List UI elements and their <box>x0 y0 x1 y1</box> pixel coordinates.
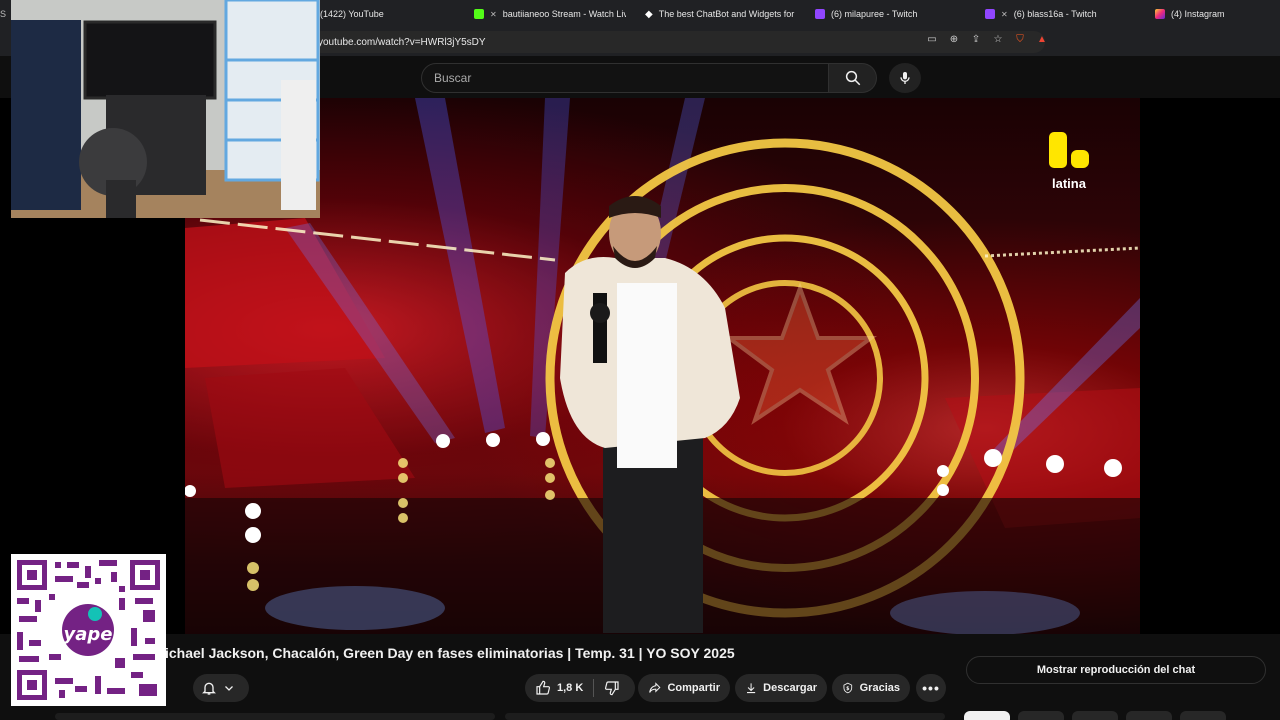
screen: S (1422) YouTube ✕ bautiianeoo Stream - … <box>0 0 1280 720</box>
tab-partial[interactable]: S <box>0 0 10 28</box>
like-dislike-group: 1,8 K <box>525 674 635 702</box>
more-horizontal-icon: ••• <box>922 680 940 696</box>
thumbs-down-icon <box>605 681 619 696</box>
mute-icon: ✕ <box>1001 9 1008 19</box>
bell-icon <box>202 682 216 695</box>
mute-icon: ✕ <box>490 9 497 19</box>
kick-icon <box>474 9 484 19</box>
qr-pattern: yape <box>15 558 162 702</box>
yape-logo-text: yape <box>64 624 113 645</box>
filter-chip[interactable] <box>1072 711 1118 720</box>
latina-logo-text: latina <box>1052 176 1086 191</box>
filter-chip[interactable] <box>1180 711 1226 720</box>
tab-twitch-blass16a[interactable]: ✕ (6) blass16a - Twitch <box>985 0 1145 28</box>
super-thanks-icon: $ <box>843 682 853 694</box>
twitch-icon <box>985 9 995 19</box>
filter-chip[interactable] <box>964 711 1010 720</box>
subscribe-notifications-button[interactable] <box>193 674 249 702</box>
latina-logo-mark <box>1049 132 1089 168</box>
comments-box-edge <box>505 713 945 720</box>
diamond-icon: ◆ <box>645 8 653 20</box>
like-count: 1,8 K <box>557 682 584 694</box>
webcam-overlay <box>11 0 320 218</box>
rewards-icon[interactable]: ▲ <box>1036 33 1048 45</box>
like-button[interactable]: 1,8 K <box>535 680 583 696</box>
filter-chip[interactable] <box>1018 711 1064 720</box>
tab-instagram[interactable]: (4) Instagram <box>1155 0 1275 28</box>
search-icon <box>845 70 860 86</box>
brave-shield-icon[interactable]: ⛉ <box>1014 33 1026 45</box>
search-box: Buscar <box>421 63 877 93</box>
url-text: youtube.com/watch?v=HWRl3jY5sDY <box>318 36 486 48</box>
webcam-scene <box>11 0 320 218</box>
cast-icon[interactable]: ▭ <box>926 33 938 45</box>
tab-label: The best ChatBot and Widgets for Ki <box>658 9 795 19</box>
search-input[interactable]: Buscar <box>421 63 829 93</box>
related-filter-chips <box>964 711 1226 720</box>
instagram-icon <box>1155 9 1165 19</box>
description-box-edge <box>55 713 495 720</box>
yape-qr-code: yape <box>11 554 166 706</box>
search-placeholder: Buscar <box>434 71 472 85</box>
twitch-icon <box>815 9 825 19</box>
svg-text:$: $ <box>846 686 850 692</box>
share-label: Compartir <box>667 682 720 694</box>
download-button[interactable]: Descargar <box>735 674 827 702</box>
tab-label: (4) Instagram <box>1171 9 1225 19</box>
thanks-label: Gracias <box>859 682 900 694</box>
thumbs-up-icon <box>536 680 551 695</box>
video-player[interactable]: latina <box>185 98 1140 634</box>
dislike-button[interactable] <box>604 680 620 696</box>
tab-label: (6) milapuree - Twitch <box>831 9 918 19</box>
share-icon[interactable]: ⇪ <box>970 33 982 45</box>
divider <box>593 679 595 697</box>
stage-scene <box>185 98 1140 634</box>
tab-label: (6) blass16a - Twitch <box>1013 9 1097 19</box>
bookmark-icon[interactable]: ☆ <box>992 33 1004 45</box>
download-icon <box>747 683 756 694</box>
share-arrow-icon <box>649 682 661 693</box>
filter-chip[interactable] <box>1126 711 1172 720</box>
tab-twitch-milapuree[interactable]: (6) milapuree - Twitch <box>815 0 965 28</box>
download-label: Descargar <box>763 682 817 694</box>
chevron-down-icon <box>225 686 233 691</box>
video-title: ichael Jackson, Chacalón, Green Day en f… <box>165 645 735 661</box>
more-actions-button[interactable]: ••• <box>916 674 946 702</box>
zoom-icon[interactable]: ⊕ <box>948 33 960 45</box>
show-chat-replay-button[interactable]: Mostrar reproducción del chat <box>966 656 1266 684</box>
tab-chatbot[interactable]: ◆ The best ChatBot and Widgets for Ki <box>645 0 795 28</box>
share-button[interactable]: Compartir <box>638 674 730 702</box>
tab-kick[interactable]: ✕ bautiianeoo Stream - Watch Live <box>474 0 626 28</box>
microphone-icon <box>900 72 910 84</box>
address-bar-icons: ▭ ⊕ ⇪ ☆ ⛉ ▲ <box>926 31 1048 47</box>
search-button[interactable] <box>829 63 877 93</box>
tab-label: (1422) YouTube <box>320 9 384 19</box>
thanks-button[interactable]: $ Gracias <box>832 674 910 702</box>
tab-youtube[interactable]: (1422) YouTube <box>320 0 460 28</box>
latina-logo: latina <box>1045 130 1093 191</box>
voice-search-button[interactable] <box>889 63 921 93</box>
tab-label: bautiianeoo Stream - Watch Live <box>502 9 626 19</box>
chat-replay-label: Mostrar reproducción del chat <box>1036 664 1196 676</box>
